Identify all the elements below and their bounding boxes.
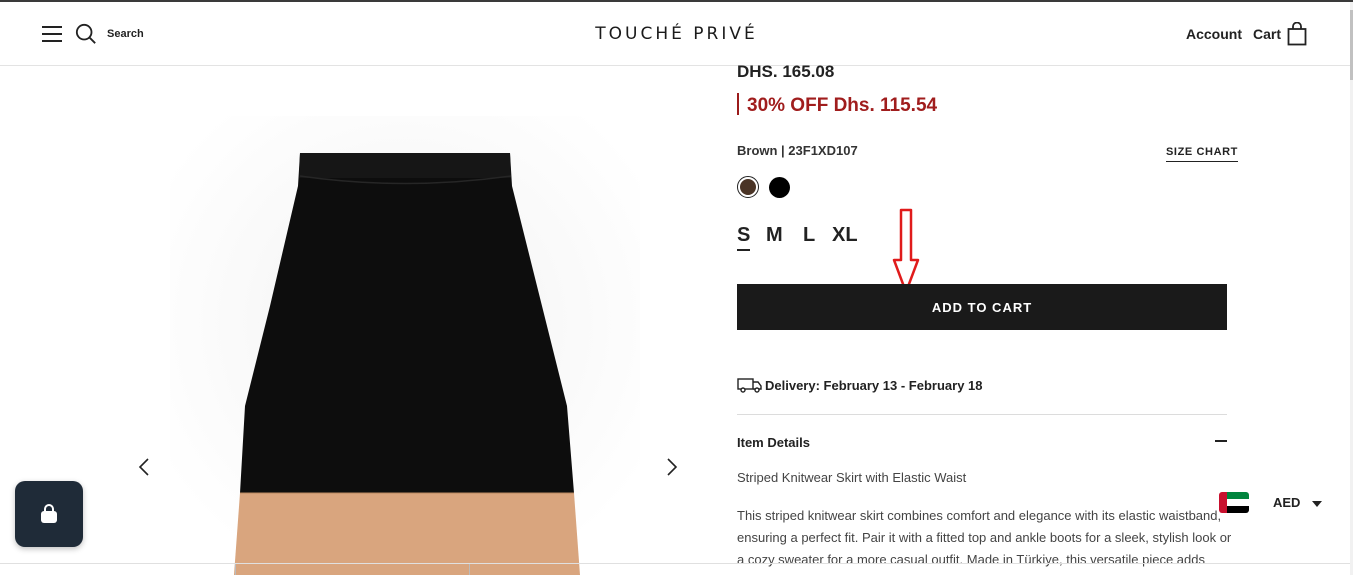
cart-link[interactable]: Cart [1253,26,1281,42]
chevron-left-icon [138,458,149,476]
gallery-next-button[interactable] [661,457,681,477]
add-to-cart-button[interactable]: ADD TO CART [737,284,1227,330]
thumbnail-divider [469,564,470,575]
size-option-l[interactable]: L [803,224,815,247]
size-option-m[interactable]: M [766,224,783,247]
delivery-text: Delivery: February 13 - February 18 [765,377,983,393]
chat-widget-button[interactable] [15,481,83,547]
site-header: Search TOUCHÉ PRIVÉ Account Cart [0,2,1350,66]
currency-code: AED [1273,495,1301,510]
size-chart-link[interactable]: SIZE CHART [1166,146,1238,162]
chevron-right-icon [667,458,678,476]
shopping-bag-icon[interactable] [1287,22,1307,46]
account-link[interactable]: Account [1186,26,1242,42]
site-logo[interactable]: TOUCHÉ PRIVÉ [0,24,1353,44]
shopping-bag-icon [41,504,57,523]
bottom-divider [0,563,1350,564]
delivery-truck-icon [737,378,762,393]
size-option-s[interactable]: S [737,224,751,251]
color-swatch-brown[interactable] [737,176,759,198]
collapse-minus-icon[interactable] [1215,440,1227,442]
size-option-xl[interactable]: XL [832,224,858,247]
item-details-title: Striped Knitwear Skirt with Elastic Wais… [737,470,967,485]
item-details-toggle[interactable]: Item Details [737,435,810,450]
caret-down-icon [1312,500,1323,507]
sale-price-marker [737,93,739,115]
uae-flag-icon [1219,492,1249,513]
annotation-down-arrow [892,208,920,294]
color-swatch-black[interactable] [769,177,790,198]
product-gallery [110,66,710,575]
delivery-info: Delivery: February 13 - February 18 [737,377,983,393]
product-image-skirt [170,116,640,575]
currency-selector[interactable]: AED [1219,492,1323,513]
thumbnail-divider [235,564,236,575]
gallery-prev-button[interactable] [135,457,155,477]
original-price: DHS. 165.08 [737,62,835,81]
section-divider [737,414,1227,415]
item-details-description: This striped knitwear skirt combines com… [737,508,1232,567]
variant-info: Brown | 23F1XD107 [737,143,858,158]
sale-price: 30% OFF Dhs. 115.54 [747,95,938,116]
